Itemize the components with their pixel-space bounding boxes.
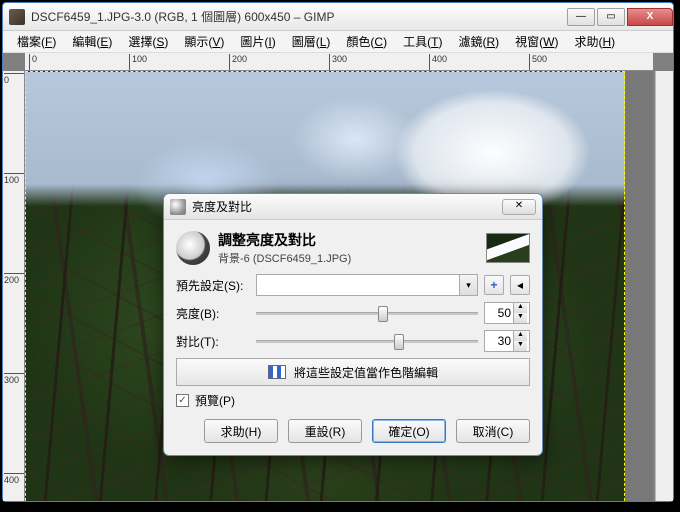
contrast-spinbox[interactable]: ▲▼	[484, 330, 530, 352]
menu-w[interactable]: 視窗(W)	[509, 31, 564, 52]
menu-v[interactable]: 顯示(V)	[178, 31, 230, 52]
brightness-label: 亮度(B):	[176, 305, 250, 322]
close-button[interactable]: X	[627, 8, 673, 26]
scrollbar-vertical[interactable]	[655, 71, 673, 501]
window-title: DSCF6459_1.JPG-3.0 (RGB, 1 個圖層) 600x450 …	[31, 8, 567, 25]
brightness-spinbox[interactable]: ▲▼	[484, 302, 530, 324]
up-arrow-icon[interactable]: ▲	[514, 303, 527, 313]
menubar: 檔案(F)編輯(E)選擇(S)顯示(V)圖片(I)圖層(L)顏色(C)工具(T)…	[3, 31, 673, 53]
dialog-subheading: 背景-6 (DSCF6459_1.JPG)	[218, 250, 351, 266]
levels-button-label: 將這些設定值當作色階編輯	[294, 364, 438, 381]
brightness-contrast-icon	[176, 231, 210, 265]
menu-l[interactable]: 圖層(L)	[286, 31, 337, 52]
menu-i[interactable]: 圖片(I)	[234, 31, 281, 52]
contrast-slider[interactable]	[256, 332, 478, 350]
titlebar: DSCF6459_1.JPG-3.0 (RGB, 1 個圖層) 600x450 …	[3, 3, 673, 31]
reset-button[interactable]: 重設(R)	[288, 419, 362, 443]
up-arrow-icon[interactable]: ▲	[514, 331, 527, 341]
menu-s[interactable]: 選擇(S)	[122, 31, 174, 52]
contrast-label: 對比(T):	[176, 333, 250, 350]
checkbox-icon: ✓	[176, 394, 189, 407]
app-icon	[9, 9, 25, 25]
dialog-heading: 調整亮度及對比	[218, 230, 351, 250]
workspace: 0100200300400500 0100200300400 亮度及對比 ✕ 調…	[3, 53, 673, 501]
down-arrow-icon[interactable]: ▼	[514, 313, 527, 323]
maximize-button[interactable]: ▭	[597, 8, 625, 26]
brightness-contrast-dialog: 亮度及對比 ✕ 調整亮度及對比 背景-6 (DSCF6459_1.JPG) 預先…	[163, 193, 543, 456]
minimize-button[interactable]: —	[567, 8, 595, 26]
help-button[interactable]: 求助(H)	[204, 419, 278, 443]
menu-t[interactable]: 工具(T)	[397, 31, 448, 52]
edit-as-levels-button[interactable]: 將這些設定值當作色階編輯	[176, 358, 530, 386]
dialog-titlebar: 亮度及對比 ✕	[164, 194, 542, 220]
menu-c[interactable]: 顏色(C)	[340, 31, 393, 52]
preset-label: 預先設定(S):	[176, 277, 250, 294]
levels-icon	[268, 365, 286, 379]
preview-checkbox[interactable]: ✓ 預覽(P)	[176, 392, 530, 409]
dialog-icon	[170, 199, 186, 215]
ruler-vertical: 0100200300400	[3, 71, 25, 501]
ruler-horizontal: 0100200300400500	[25, 53, 653, 71]
dialog-title: 亮度及對比	[192, 198, 252, 215]
menu-e[interactable]: 編輯(E)	[66, 31, 118, 52]
down-arrow-icon[interactable]: ▼	[514, 341, 527, 351]
menu-h[interactable]: 求助(H)	[568, 31, 621, 52]
main-window: DSCF6459_1.JPG-3.0 (RGB, 1 個圖層) 600x450 …	[2, 2, 674, 502]
ok-button[interactable]: 確定(O)	[372, 419, 446, 443]
dialog-close-button[interactable]: ✕	[502, 199, 536, 215]
preview-label: 預覽(P)	[195, 392, 235, 409]
add-preset-button[interactable]: +	[484, 275, 504, 295]
brightness-input[interactable]	[485, 306, 513, 320]
cancel-button[interactable]: 取消(C)	[456, 419, 530, 443]
menu-f[interactable]: 檔案(F)	[11, 31, 62, 52]
preset-select[interactable]: ▾	[256, 274, 478, 296]
contrast-input[interactable]	[485, 334, 513, 348]
brightness-slider[interactable]	[256, 304, 478, 322]
chevron-down-icon: ▾	[459, 275, 477, 295]
preset-menu-button[interactable]: ◂	[510, 275, 530, 295]
menu-r[interactable]: 濾鏡(R)	[452, 31, 505, 52]
image-thumbnail	[486, 233, 530, 263]
